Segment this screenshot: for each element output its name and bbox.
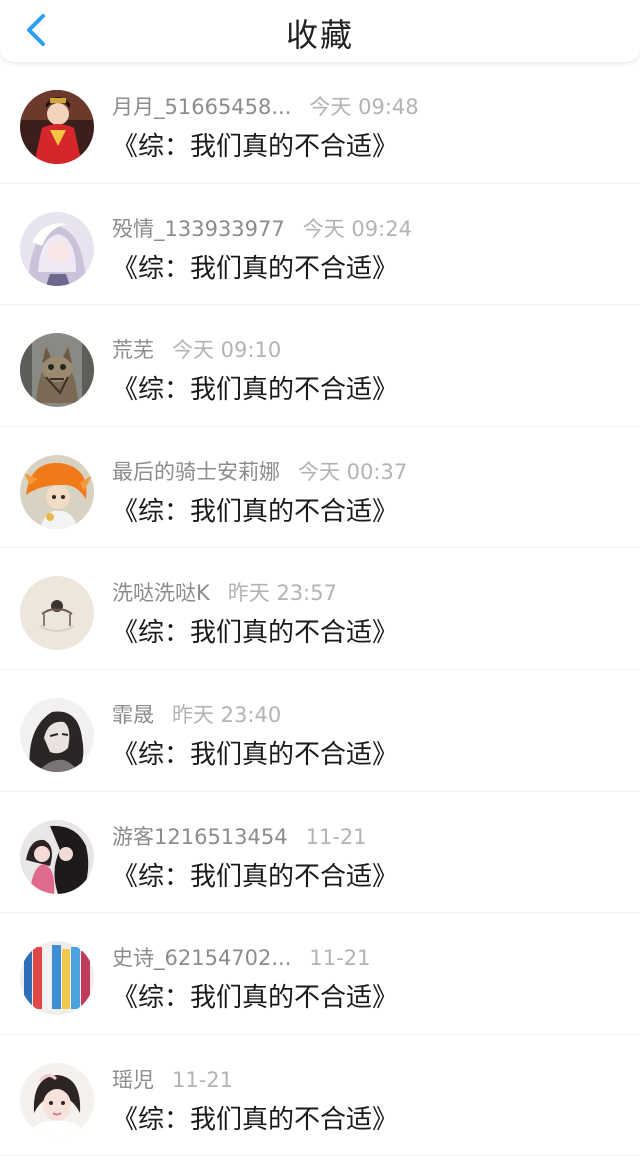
timestamp: 今天 09:48 [309, 95, 419, 119]
favorites-list: 月月_51665458... 今天 09:48 《综：我们真的不合适》 殁情_13… [0, 62, 640, 1157]
book-title[interactable]: 《综：我们真的不合适》 [112, 373, 398, 407]
avatar[interactable] [20, 90, 94, 164]
avatar[interactable] [20, 211, 94, 286]
book-title[interactable]: 《综：我们真的不合适》 [112, 981, 398, 1015]
timestamp: 11-21 [309, 946, 371, 971]
timestamp: 11-21 [172, 1067, 234, 1092]
timestamp: 昨天 23:57 [227, 581, 337, 606]
book-title[interactable]: 《综：我们真的不合适》 [112, 616, 398, 650]
username[interactable]: 洗哒洗哒K [112, 581, 210, 605]
list-item[interactable]: 最后的骑士安莉娜 今天 00:37 《综：我们真的不合适》 [0, 427, 640, 549]
username[interactable]: 霏晟 [112, 703, 154, 727]
book-title[interactable]: 《综：我们真的不合适》 [112, 252, 398, 286]
timestamp: 今天 00:37 [298, 459, 408, 484]
book-title[interactable]: 《综：我们真的不合适》 [112, 738, 398, 772]
list-item[interactable]: 荒芜 今天 09:10 《综：我们真的不合适》 [0, 305, 640, 427]
book-title[interactable]: 《综：我们真的不合适》 [112, 495, 398, 529]
book-title[interactable]: 《综：我们真的不合适》 [112, 860, 398, 894]
page-title: 收藏 [285, 16, 354, 54]
list-item[interactable]: 史诗_62154702... 11-21 《综：我们真的不合适》 [0, 913, 640, 1035]
username[interactable]: 史诗_62154702... [112, 946, 291, 970]
avatar[interactable] [20, 941, 94, 1016]
username[interactable]: 游客1216513454 [112, 825, 288, 849]
avatar[interactable] [20, 454, 94, 529]
book-title[interactable]: 《综：我们真的不合适》 [112, 1103, 398, 1137]
avatar[interactable] [20, 333, 94, 408]
list-item[interactable]: 月月_51665458... 今天 09:48 《综：我们真的不合适》 [0, 62, 640, 184]
timestamp: 昨天 23:40 [172, 702, 282, 727]
avatar[interactable] [20, 1062, 94, 1137]
username[interactable]: 瑶児 [112, 1068, 154, 1092]
username[interactable]: 月月_51665458... [112, 95, 291, 119]
timestamp: 今天 09:10 [172, 338, 282, 363]
username[interactable]: 荒芜 [112, 338, 154, 362]
list-item[interactable]: 霏晟 昨天 23:40 《综：我们真的不合适》 [0, 670, 640, 792]
top-bar: 收藏 [0, 0, 640, 63]
list-item[interactable]: 瑶児 11-21 《综：我们真的不合适》 [0, 1035, 640, 1157]
list-item[interactable]: 洗哒洗哒K 昨天 23:57 《综：我们真的不合适》 [0, 548, 640, 670]
book-title[interactable]: 《综：我们真的不合适》 [112, 130, 398, 164]
avatar[interactable] [20, 697, 94, 772]
list-item[interactable]: 殁情_133933977 今天 09:24 《综：我们真的不合适》 [0, 184, 640, 306]
avatar[interactable] [20, 576, 94, 651]
list-item[interactable]: 游客1216513454 11-21 《综：我们真的不合适》 [0, 792, 640, 914]
avatar[interactable] [20, 819, 94, 894]
username[interactable]: 最后的骑士安莉娜 [112, 460, 280, 484]
username[interactable]: 殁情_133933977 [112, 217, 285, 241]
timestamp: 今天 09:24 [302, 216, 412, 241]
timestamp: 11-21 [305, 824, 367, 849]
